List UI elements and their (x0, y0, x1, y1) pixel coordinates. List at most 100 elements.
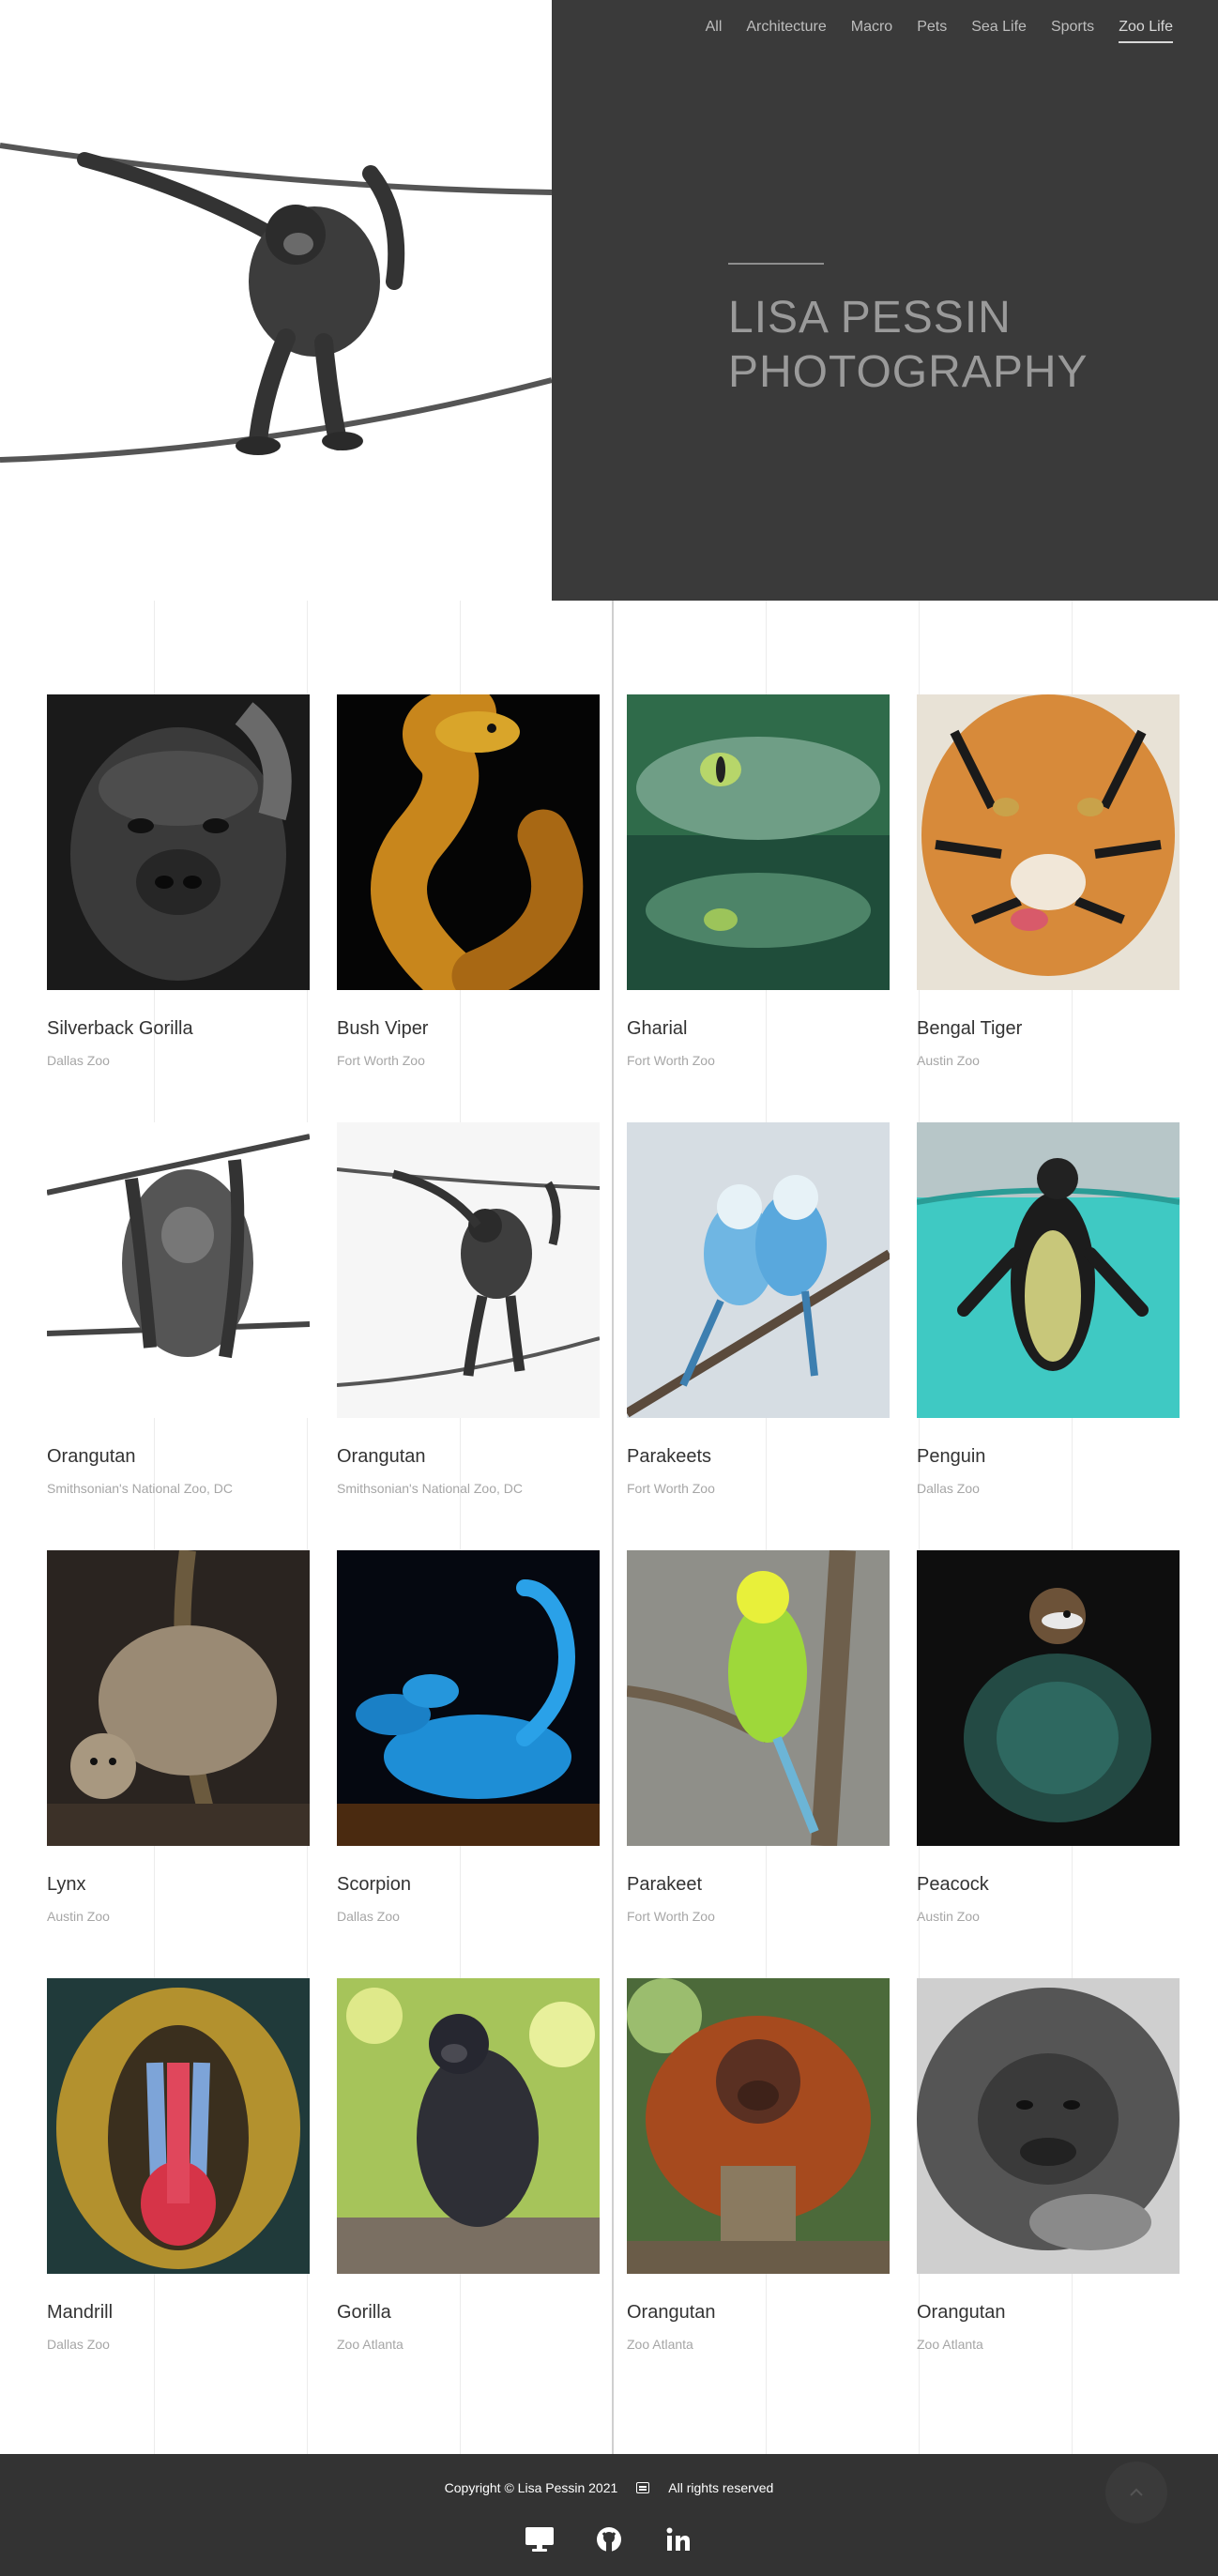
github-icon[interactable] (593, 2525, 625, 2553)
gallery-photo-peacock[interactable] (917, 1550, 1180, 1846)
gallery-photo-bush-viper[interactable] (337, 694, 600, 990)
orangutan-color-photo (627, 1978, 890, 2274)
card-location: Fort Worth Zoo (627, 1909, 715, 1924)
card-location: Austin Zoo (917, 1909, 980, 1924)
card-location: Smithsonian's National Zoo, DC (337, 1481, 523, 1496)
card-title[interactable]: Parakeets (627, 1446, 890, 1468)
nav-item-architecture[interactable]: Architecture (746, 19, 826, 43)
gallery-card: Silverback Gorilla Dallas Zoo (47, 694, 310, 1089)
card-location: Zoo Atlanta (337, 2337, 403, 2352)
rights-text: All rights reserved (668, 2480, 774, 2495)
card-location: Fort Worth Zoo (627, 1481, 715, 1496)
gallery-photo-bengal-tiger[interactable] (917, 694, 1180, 990)
gallery-card: Penguin Dallas Zoo (917, 1122, 1180, 1517)
title-divider (728, 263, 824, 265)
card-title[interactable]: Orangutan (337, 1446, 600, 1468)
card-location: Dallas Zoo (47, 2337, 110, 2352)
chevron-up-icon (1130, 2488, 1143, 2496)
nav-item-zoo-life[interactable]: Zoo Life (1119, 19, 1173, 43)
parakeet-photo (627, 1550, 890, 1846)
gallery-card: Parakeet Fort Worth Zoo (627, 1550, 890, 1944)
orangutan-on-rope-photo (0, 0, 552, 601)
gorilla-color-photo (337, 1978, 600, 2274)
gallery-photo-parakeets[interactable] (627, 1122, 890, 1418)
nav-item-pets[interactable]: Pets (917, 19, 947, 43)
card-location: Austin Zoo (47, 1909, 110, 1924)
nav-item-sports[interactable]: Sports (1051, 19, 1094, 43)
gallery-card: Scorpion Dallas Zoo (337, 1550, 600, 1944)
gallery-photo-orangutan-1[interactable] (47, 1122, 310, 1418)
card-title[interactable]: Bengal Tiger (917, 1018, 1180, 1040)
gallery-card: Gharial Fort Worth Zoo (627, 694, 890, 1089)
tiger-photo (917, 694, 1180, 990)
gallery-photo-parakeet[interactable] (627, 1550, 890, 1846)
mandrill-photo (47, 1978, 310, 2274)
gallery-card: Mandrill Dallas Zoo (47, 1978, 310, 2372)
gallery-photo-silverback-gorilla[interactable] (47, 694, 310, 990)
gallery-card: Orangutan Zoo Atlanta (627, 1978, 890, 2372)
card-title[interactable]: Silverback Gorilla (47, 1018, 310, 1040)
card-title[interactable]: Peacock (917, 1874, 1180, 1896)
card-location: Smithsonian's National Zoo, DC (47, 1481, 233, 1496)
gallery-photo-mandrill[interactable] (47, 1978, 310, 2274)
gallery-photo-orangutan-2[interactable] (337, 1122, 600, 1418)
gallery-photo-orangutan-4[interactable] (917, 1978, 1180, 2274)
copyright-row: Copyright © Lisa Pessin 2021 All rights … (0, 2480, 1218, 2495)
nav-item-sea-life[interactable]: Sea Life (971, 19, 1027, 43)
card-location: Austin Zoo (917, 1053, 980, 1068)
footer: Copyright © Lisa Pessin 2021 All rights … (0, 2454, 1218, 2576)
scorpion-photo (337, 1550, 600, 1846)
hero-panel: All Architecture Macro Pets Sea Life Spo… (552, 0, 1218, 601)
card-title[interactable]: Gorilla (337, 2302, 600, 2324)
card-location: Dallas Zoo (337, 1909, 400, 1924)
message-icon (636, 2482, 650, 2493)
card-title[interactable]: Gharial (627, 1018, 890, 1040)
nav-item-all[interactable]: All (706, 19, 723, 43)
back-to-top-button[interactable] (1105, 2462, 1167, 2523)
gallery-card: Orangutan Smithsonian's National Zoo, DC (337, 1122, 600, 1517)
gallery-grid: Silverback Gorilla Dallas Zoo Bush Viper… (0, 601, 1218, 2454)
card-title[interactable]: Bush Viper (337, 1018, 600, 1040)
page: All Architecture Macro Pets Sea Life Spo… (0, 0, 1218, 2576)
gallery-photo-scorpion[interactable] (337, 1550, 600, 1846)
card-title[interactable]: Scorpion (337, 1874, 600, 1896)
card-location: Zoo Atlanta (627, 2337, 693, 2352)
gallery-photo-gharial[interactable] (627, 694, 890, 990)
card-location: Dallas Zoo (917, 1481, 980, 1496)
gallery-photo-lynx[interactable] (47, 1550, 310, 1846)
card-title[interactable]: Lynx (47, 1874, 310, 1896)
lynx-photo (47, 1550, 310, 1846)
orangutan-hanging-bw-photo (47, 1122, 310, 1418)
category-nav: All Architecture Macro Pets Sea Life Spo… (706, 19, 1173, 43)
gallery-photo-orangutan-3[interactable] (627, 1978, 890, 2274)
orangutan-rope-bw-photo (337, 1122, 600, 1418)
site-title: LISA PESSIN PHOTOGRAPHY (728, 293, 1089, 397)
snake-photo (337, 694, 600, 990)
card-title[interactable]: Orangutan (627, 2302, 890, 2324)
grid-line (612, 601, 614, 2454)
gallery-photo-penguin[interactable] (917, 1122, 1180, 1418)
linkedin-icon[interactable] (662, 2525, 694, 2553)
card-title[interactable]: Orangutan (47, 1446, 310, 1468)
card-title[interactable]: Penguin (917, 1446, 1180, 1468)
gallery-card: Bengal Tiger Austin Zoo (917, 694, 1180, 1089)
penguin-photo (917, 1122, 1180, 1418)
gallery-card: Orangutan Smithsonian's National Zoo, DC (47, 1122, 310, 1517)
hero: All Architecture Macro Pets Sea Life Spo… (0, 0, 1218, 601)
orangutan-closeup-bw-photo (917, 1978, 1180, 2274)
gallery-card: Gorilla Zoo Atlanta (337, 1978, 600, 2372)
card-title[interactable]: Parakeet (627, 1874, 890, 1896)
card-title[interactable]: Mandrill (47, 2302, 310, 2324)
nav-item-macro[interactable]: Macro (851, 19, 892, 43)
gallery-card: Orangutan Zoo Atlanta (917, 1978, 1180, 2372)
hero-photo (0, 0, 552, 601)
gallery-card: Parakeets Fort Worth Zoo (627, 1122, 890, 1517)
gallery-card: Lynx Austin Zoo (47, 1550, 310, 1944)
card-location: Fort Worth Zoo (627, 1053, 715, 1068)
gallery-photo-gorilla[interactable] (337, 1978, 600, 2274)
card-title[interactable]: Orangutan (917, 2302, 1180, 2324)
parakeets-photo (627, 1122, 890, 1418)
card-location: Dallas Zoo (47, 1053, 110, 1068)
desktop-icon[interactable] (524, 2525, 556, 2553)
gallery-card: Bush Viper Fort Worth Zoo (337, 694, 600, 1089)
